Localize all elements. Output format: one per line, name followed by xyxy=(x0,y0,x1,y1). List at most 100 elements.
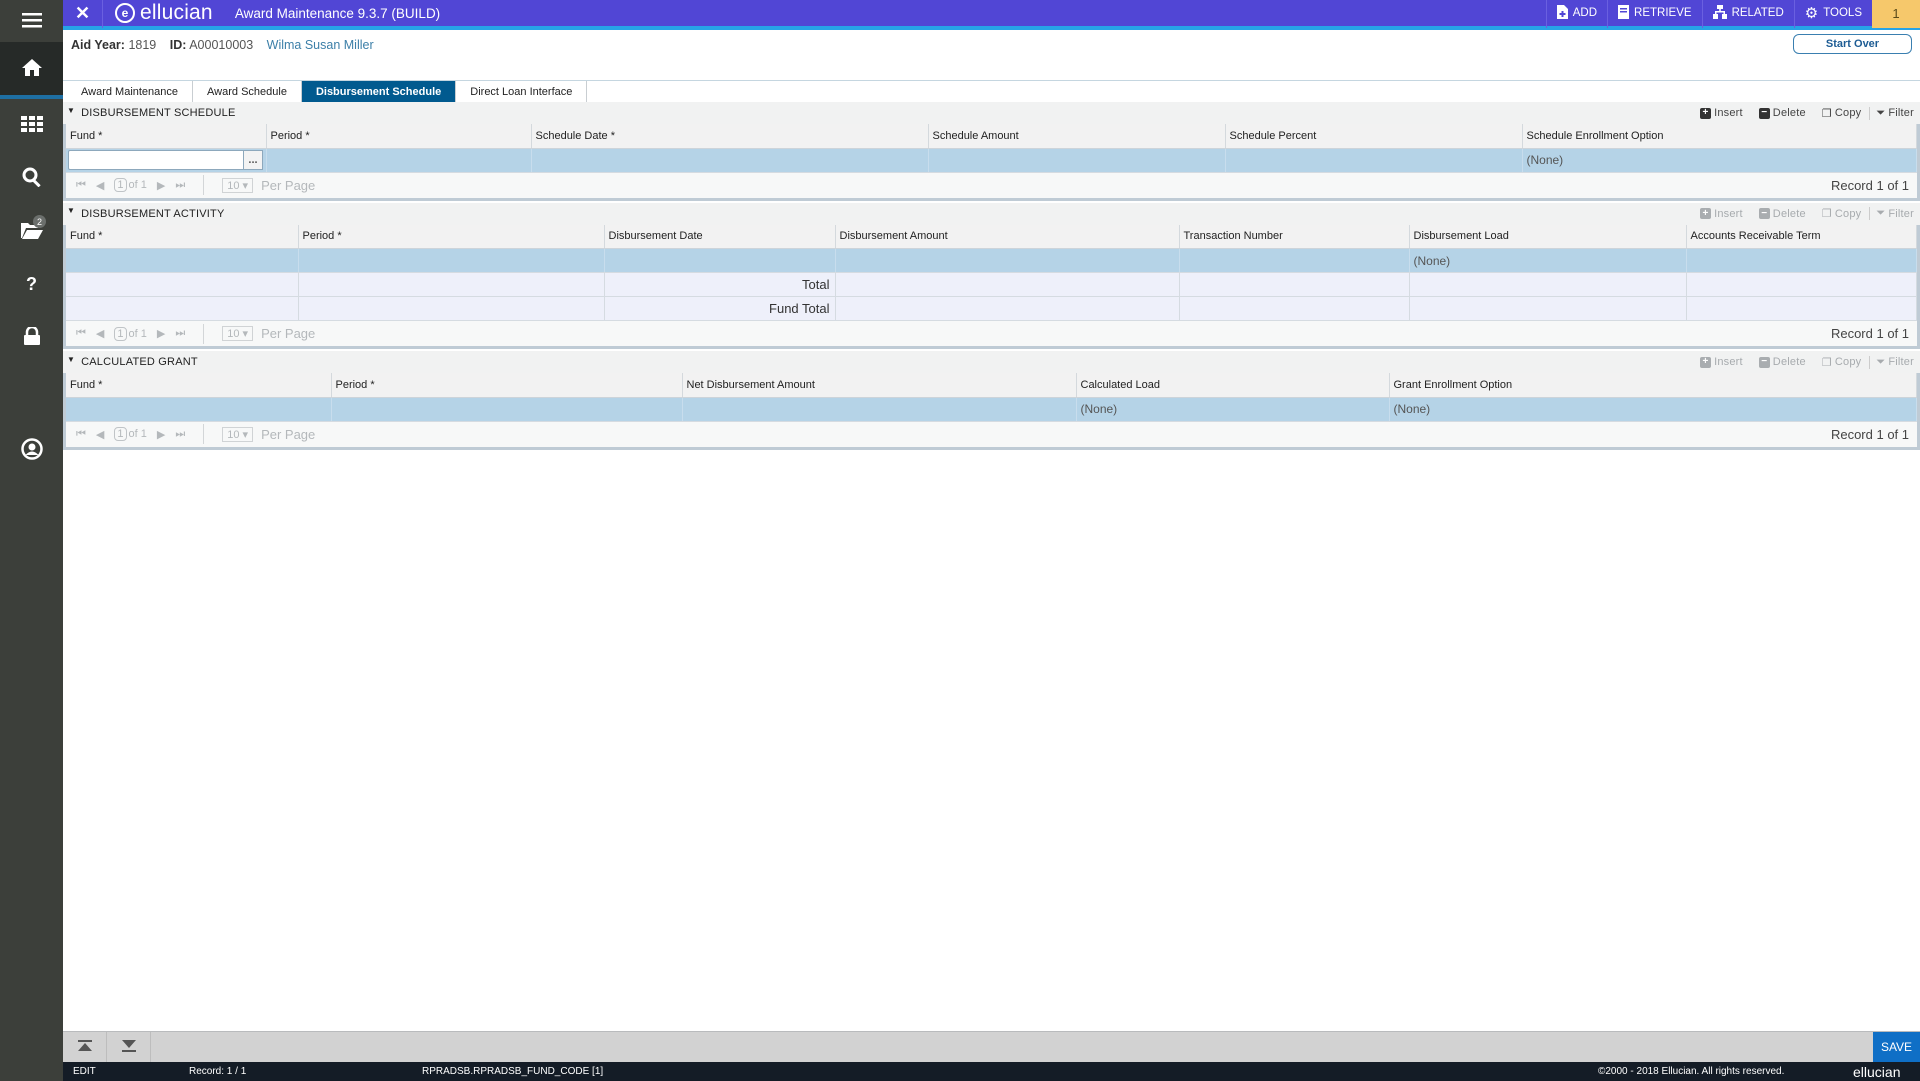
calculated-load-cell[interactable]: (None) xyxy=(1076,397,1390,422)
column-header[interactable]: Fund * xyxy=(66,224,299,249)
next-block-button[interactable] xyxy=(107,1032,151,1062)
collapse-triangle-icon[interactable]: ▼ xyxy=(67,106,75,115)
column-header[interactable]: Period * xyxy=(266,124,532,149)
sidebar-home-button[interactable] xyxy=(0,42,63,99)
filter-button[interactable]: ⏷ Filter xyxy=(1869,207,1920,220)
column-header[interactable]: Schedule Amount xyxy=(928,124,1226,149)
last-page-icon[interactable]: ⏭ xyxy=(175,428,185,441)
copy-label: Copy xyxy=(1834,107,1862,119)
column-header[interactable]: Period * xyxy=(298,224,605,249)
footer-brand: ellucian xyxy=(1853,1063,1901,1080)
period-cell[interactable] xyxy=(266,148,532,173)
sidebar-user-button[interactable] xyxy=(0,424,63,477)
next-page-icon[interactable]: ▶ xyxy=(157,327,165,340)
page-number-input[interactable]: 1 xyxy=(114,326,127,341)
column-header[interactable]: Disbursement Load xyxy=(1409,224,1687,249)
sidebar-menu-button[interactable] xyxy=(0,0,63,42)
fund-input[interactable] xyxy=(68,150,244,170)
per-page-select[interactable]: 10 ▾ xyxy=(222,426,254,442)
previous-page-icon[interactable]: ◀ xyxy=(96,327,104,340)
collapse-triangle-icon[interactable]: ▼ xyxy=(67,355,75,364)
tab-award-schedule[interactable]: Award Schedule xyxy=(193,81,302,103)
last-page-icon[interactable]: ⏭ xyxy=(175,327,185,340)
column-header[interactable]: Accounts Receivable Term xyxy=(1686,224,1917,249)
previous-page-icon[interactable]: ◀ xyxy=(96,179,104,192)
sidebar-search-button[interactable] xyxy=(0,152,63,205)
schedule-date-cell[interactable] xyxy=(531,148,929,173)
related-button[interactable]: RELATED xyxy=(1701,0,1794,28)
insert-button[interactable]: + Insert xyxy=(1692,356,1751,368)
column-header[interactable]: Fund * xyxy=(66,373,332,398)
last-page-icon[interactable]: ⏭ xyxy=(175,179,185,192)
first-page-icon[interactable]: ⏮ xyxy=(76,179,86,192)
tab-award-maintenance[interactable]: Award Maintenance xyxy=(67,81,194,103)
close-button[interactable]: ✕ xyxy=(63,0,103,28)
notifications-button[interactable]: 1 xyxy=(1872,0,1920,28)
sidebar-help-button[interactable]: ? xyxy=(0,258,63,311)
close-icon: ✕ xyxy=(74,2,91,23)
schedule-percent-cell[interactable] xyxy=(1225,148,1523,173)
fund-lookup-button[interactable]: ... xyxy=(244,150,263,170)
page-number-input[interactable]: 1 xyxy=(114,178,127,192)
column-header[interactable]: Schedule Percent xyxy=(1225,124,1523,149)
insert-button[interactable]: + Insert xyxy=(1692,107,1751,119)
disbursement-load-cell[interactable]: (None) xyxy=(1409,248,1687,273)
retrieve-button[interactable]: RETRIEVE xyxy=(1607,0,1702,28)
previous-page-icon[interactable]: ◀ xyxy=(96,428,104,441)
copy-button[interactable]: ❐ Copy xyxy=(1814,356,1870,369)
column-header[interactable]: Schedule Date * xyxy=(531,124,929,149)
transaction-number-cell[interactable] xyxy=(1179,248,1410,273)
page-number-input[interactable]: 1 xyxy=(114,427,127,441)
column-header[interactable]: Disbursement Amount xyxy=(835,224,1180,249)
save-button[interactable]: SAVE xyxy=(1873,1032,1920,1062)
table-row[interactable]: (None) (None) xyxy=(66,397,1917,422)
column-header[interactable]: Calculated Load xyxy=(1076,373,1390,398)
tools-button[interactable]: ⚙ TOOLS xyxy=(1793,0,1872,28)
period-cell[interactable] xyxy=(331,397,683,422)
disbursement-date-cell[interactable] xyxy=(604,248,836,273)
table-row[interactable]: (None) xyxy=(66,248,1917,273)
copy-icon: ❐ xyxy=(1821,208,1832,220)
column-header[interactable]: Disbursement Date xyxy=(604,224,836,249)
period-cell[interactable] xyxy=(298,248,605,273)
delete-button[interactable]: − Delete xyxy=(1751,208,1814,220)
filter-button[interactable]: ⏷ Filter xyxy=(1869,355,1920,369)
insert-button[interactable]: + Insert xyxy=(1692,208,1751,220)
previous-block-button[interactable] xyxy=(63,1032,107,1062)
sidebar-lock-button[interactable] xyxy=(0,311,63,364)
column-header[interactable]: Period * xyxy=(331,373,683,398)
copy-button[interactable]: ❐ Copy xyxy=(1814,207,1870,221)
table-row[interactable]: ... (None) xyxy=(66,148,1917,173)
column-header[interactable]: Schedule Enrollment Option xyxy=(1522,124,1917,149)
collapse-triangle-icon[interactable]: ▼ xyxy=(67,206,75,215)
column-header[interactable]: Transaction Number xyxy=(1179,224,1410,249)
add-button[interactable]: ADD xyxy=(1545,0,1607,28)
column-header[interactable]: Net Disbursement Amount xyxy=(682,373,1077,398)
next-page-icon[interactable]: ▶ xyxy=(157,428,165,441)
tab-disbursement-schedule[interactable]: Disbursement Schedule xyxy=(301,81,457,109)
next-page-icon[interactable]: ▶ xyxy=(157,179,165,192)
column-header[interactable]: Fund * xyxy=(66,124,267,149)
fund-cell[interactable] xyxy=(66,397,332,422)
delete-button[interactable]: − Delete xyxy=(1751,356,1814,368)
per-page-select[interactable]: 10 ▾ xyxy=(222,177,254,193)
sidebar-recent-button[interactable]: 2 xyxy=(0,205,63,258)
net-disbursement-amount-cell[interactable] xyxy=(682,397,1077,422)
copy-button[interactable]: ❐ Copy xyxy=(1814,107,1870,120)
sidebar-applications-button[interactable] xyxy=(0,99,63,152)
start-over-button[interactable]: Start Over xyxy=(1793,34,1912,54)
first-page-icon[interactable]: ⏮ xyxy=(76,327,86,340)
tab-direct-loan-interface[interactable]: Direct Loan Interface xyxy=(456,81,588,103)
first-page-icon[interactable]: ⏮ xyxy=(76,428,86,441)
filter-button[interactable]: ⏷ Filter xyxy=(1869,106,1920,120)
ar-term-cell[interactable] xyxy=(1686,248,1917,273)
column-header[interactable]: Grant Enrollment Option xyxy=(1389,373,1917,398)
brand-logo[interactable]: e ellucian xyxy=(103,1,223,25)
grant-enrollment-option-cell[interactable]: (None) xyxy=(1389,397,1917,422)
schedule-amount-cell[interactable] xyxy=(928,148,1226,173)
enrollment-option-cell[interactable]: (None) xyxy=(1522,148,1917,173)
disbursement-amount-cell[interactable] xyxy=(835,248,1180,273)
per-page-select[interactable]: 10 ▾ xyxy=(222,326,254,341)
fund-cell[interactable] xyxy=(66,248,299,273)
delete-button[interactable]: − Delete xyxy=(1751,107,1814,119)
